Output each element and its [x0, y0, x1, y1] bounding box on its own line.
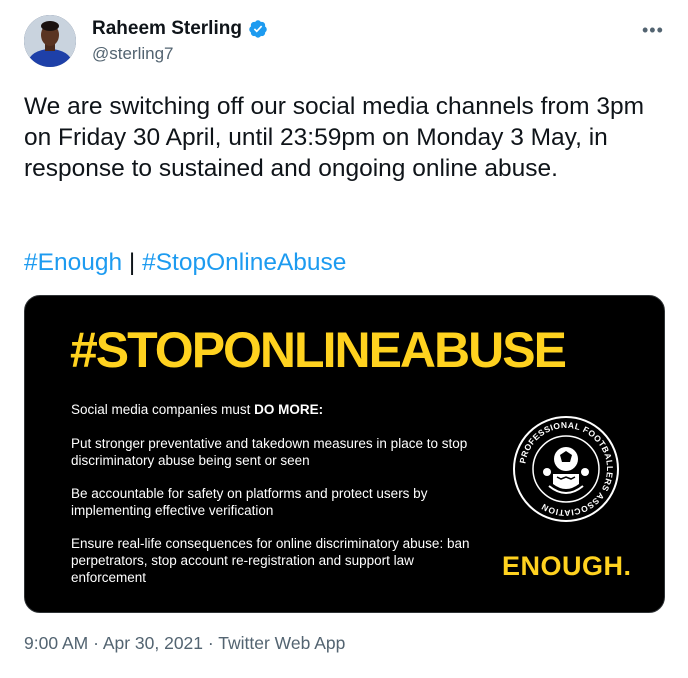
hashtag-separator: | [122, 249, 143, 276]
tweet: Raheem Sterling @sterling7 ••• We are sw… [0, 0, 688, 678]
card-intro-bold: DO MORE: [254, 402, 324, 417]
author-name-row[interactable]: Raheem Sterling [92, 18, 268, 40]
card-point: Ensure real-life consequences for online… [71, 536, 470, 585]
card-point: Put stronger preventative and takedown m… [71, 436, 468, 468]
tweet-time[interactable]: 9:00 AM [24, 633, 88, 653]
tweet-source[interactable]: Twitter Web App [218, 633, 345, 653]
hashtag-stoponlineabuse[interactable]: #StopOnlineAbuse [142, 249, 346, 276]
tweet-meta: 9:00 AM · Apr 30, 2021 · Twitter Web App [24, 633, 345, 654]
avatar-image [24, 15, 76, 67]
meta-dot: · [203, 633, 219, 653]
verified-badge-icon [248, 19, 268, 39]
card-intro-text: Social media companies must [71, 402, 255, 417]
avatar[interactable] [24, 15, 76, 67]
tweet-date[interactable]: Apr 30, 2021 [103, 633, 203, 653]
meta-dot: · [88, 633, 103, 653]
pfa-crest-logo: PROFESSIONAL FOOTBALLERS ASSOCIATION [511, 414, 621, 524]
author-name[interactable]: Raheem Sterling [92, 18, 242, 40]
hashtag-line: #Enough | #StopOnlineAbuse [24, 249, 346, 277]
card-enough-stamp: ENOUGH. [502, 551, 632, 581]
card-point: Be accountable for safety on platforms a… [71, 486, 428, 518]
tweet-text: We are switching off our social media ch… [24, 93, 645, 182]
media-image[interactable]: #STOPONLINEABUSE Social media companies … [24, 295, 665, 613]
author-handle[interactable]: @sterling7 [92, 44, 174, 64]
hashtag-enough[interactable]: #Enough [24, 249, 122, 276]
card-heading: #STOPONLINEABUSE [70, 322, 567, 378]
card-intro: Social media companies must DO MORE: [71, 402, 323, 417]
more-options-icon[interactable]: ••• [642, 20, 664, 41]
